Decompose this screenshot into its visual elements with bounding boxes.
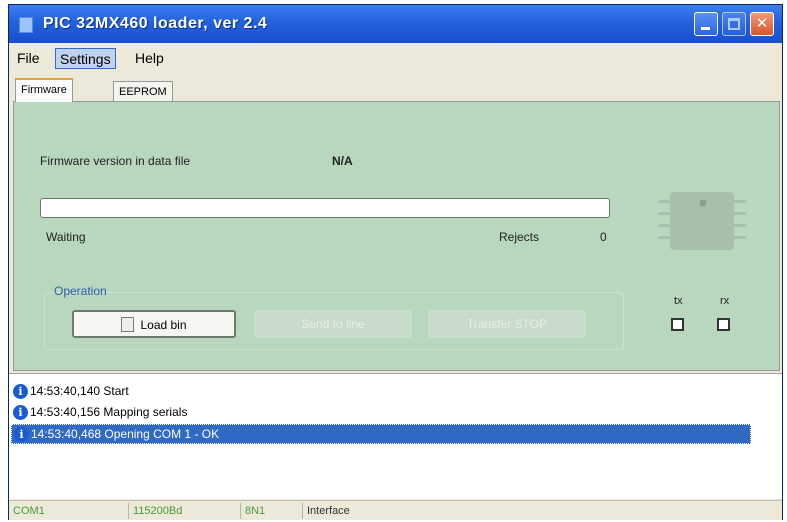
firmware-version-label: Firmware version in data file [40, 154, 191, 168]
tx-label: tx [674, 295, 683, 307]
operation-label: Operation [54, 284, 107, 298]
firmware-panel: Firmware version in data file N/A Waitin… [13, 101, 780, 371]
progress-bar [40, 198, 610, 218]
menu-file[interactable]: File [13, 48, 44, 69]
info-icon: i [13, 384, 28, 399]
status-format: 8N1 [241, 503, 303, 519]
menu-settings[interactable]: Settings [55, 48, 116, 69]
log-row-selected[interactable]: i 14:53:40,468 Opening COM 1 - OK [11, 424, 751, 444]
maximize-button[interactable] [722, 12, 746, 36]
status-baud: 115200Bd [129, 503, 241, 519]
chip-icon [658, 192, 746, 250]
rx-label: rx [720, 295, 730, 307]
status-port: COM1 [9, 503, 129, 519]
log-row[interactable]: i 14:53:40,156 Mapping serials [11, 403, 751, 423]
title-bar[interactable]: PIC 32MX460 loader, ver 2.4 ✕ [9, 5, 782, 43]
menu-bar: File Settings Help [9, 45, 782, 71]
tx-indicator [671, 318, 684, 331]
status-interface: Interface [307, 505, 350, 517]
rejects-value: 0 [600, 230, 607, 244]
window-title: PIC 32MX460 loader, ver 2.4 [43, 15, 268, 32]
tab-eeprom[interactable]: EEPROM [113, 81, 173, 103]
transfer-stop-button[interactable]: Transfer STOP [428, 310, 586, 338]
status-bar: COM1 115200Bd 8N1 Interface [9, 500, 782, 520]
minimize-icon [701, 27, 710, 30]
rx-indicator [717, 318, 730, 331]
rejects-label: Rejects [499, 230, 540, 244]
log-row[interactable]: i 14:53:40,140 Start [11, 382, 751, 402]
menu-help[interactable]: Help [131, 48, 168, 69]
info-icon: i [14, 427, 29, 442]
firmware-version-value: N/A [332, 154, 353, 168]
tab-firmware[interactable]: Firmware [15, 78, 73, 102]
document-icon [121, 317, 135, 333]
log-list[interactable]: i 14:53:40,140 Start i 14:53:40,156 Mapp… [9, 373, 782, 499]
info-icon: i [13, 405, 28, 420]
load-bin-button[interactable]: Load bin [72, 310, 236, 338]
minimize-button[interactable] [694, 12, 718, 36]
send-to-line-button[interactable]: Send to line [254, 310, 412, 338]
app-icon [19, 17, 33, 33]
close-icon: ✕ [755, 15, 769, 32]
close-button[interactable]: ✕ [750, 12, 774, 36]
maximize-icon [728, 18, 740, 30]
status-text: Waiting [46, 230, 86, 244]
load-bin-label: Load bin [140, 318, 187, 332]
main-window: PIC 32MX460 loader, ver 2.4 ✕ File Setti… [8, 4, 783, 520]
